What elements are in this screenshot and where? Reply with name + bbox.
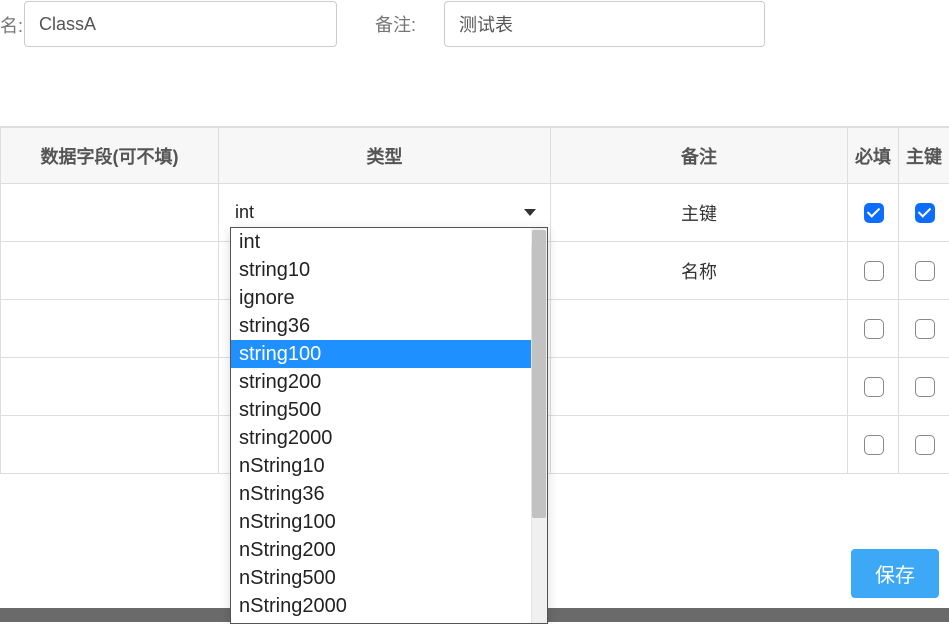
dropdown-option[interactable]: int [231,228,547,256]
dropdown-option[interactable]: string100 [231,340,547,368]
cell-required [848,358,899,416]
th-pk: 主键 [899,128,949,184]
remark-label: 备注: [371,11,420,37]
th-dbfield: 数据字段(可不填) [1,128,219,184]
dropdown-option[interactable]: nString100 [231,508,547,536]
required-checkbox[interactable] [864,261,884,281]
cell-dbfield[interactable] [1,416,219,474]
name-input[interactable] [24,1,337,47]
cell-required [848,184,899,242]
cell-remark[interactable]: 名称 [551,242,848,300]
name-label: 名: [0,12,27,38]
cell-dbfield[interactable] [1,300,219,358]
cell-dbfield[interactable] [1,184,219,242]
type-dropdown[interactable]: intstring10ignorestring36string100string… [230,227,548,624]
chevron-down-icon [524,209,536,216]
cell-remark[interactable] [551,300,848,358]
dropdown-option[interactable]: nString10 [231,452,547,480]
pk-checkbox[interactable] [915,203,935,223]
cell-remark[interactable]: 主键 [551,184,848,242]
cell-dbfield[interactable] [1,358,219,416]
dropdown-option[interactable]: ignore [231,284,547,312]
dropdown-option[interactable]: string2000 [231,424,547,452]
remark-input[interactable] [444,1,765,47]
dropdown-option[interactable]: nString36 [231,480,547,508]
cell-pk [899,242,949,300]
table-header-row: 数据字段(可不填) 类型 备注 必填 主键 [1,128,949,184]
cell-required [848,300,899,358]
dropdown-option[interactable]: nString2000 [231,592,547,620]
required-checkbox[interactable] [864,319,884,339]
cell-remark[interactable] [551,416,848,474]
dropdown-option[interactable]: nString500 [231,564,547,592]
required-checkbox[interactable] [864,203,884,223]
th-remark: 备注 [551,128,848,184]
dropdown-scrollbar[interactable] [531,228,547,623]
pk-checkbox[interactable] [915,435,935,455]
th-required: 必填 [848,128,899,184]
cell-pk [899,300,949,358]
th-type: 类型 [219,128,551,184]
cell-remark[interactable] [551,358,848,416]
cell-pk [899,358,949,416]
dropdown-option[interactable]: string10 [231,256,547,284]
header-form: 名: 备注: [0,0,949,48]
pk-checkbox[interactable] [915,319,935,339]
cell-dbfield[interactable] [1,242,219,300]
cell-pk [899,184,949,242]
type-select[interactable]: int [223,197,546,229]
save-button[interactable]: 保存 [851,549,939,598]
dropdown-option[interactable]: string500 [231,396,547,424]
scrollbar-thumb[interactable] [532,230,546,518]
cell-pk [899,416,949,474]
type-dropdown-list: intstring10ignorestring36string100string… [231,228,547,623]
dropdown-option[interactable]: string36 [231,312,547,340]
dropdown-option[interactable]: nString200 [231,536,547,564]
pk-checkbox[interactable] [915,377,935,397]
required-checkbox[interactable] [864,435,884,455]
dropdown-option[interactable]: string200 [231,368,547,396]
required-checkbox[interactable] [864,377,884,397]
type-select-value: int [235,202,254,223]
cell-required [848,416,899,474]
pk-checkbox[interactable] [915,261,935,281]
cell-required [848,242,899,300]
